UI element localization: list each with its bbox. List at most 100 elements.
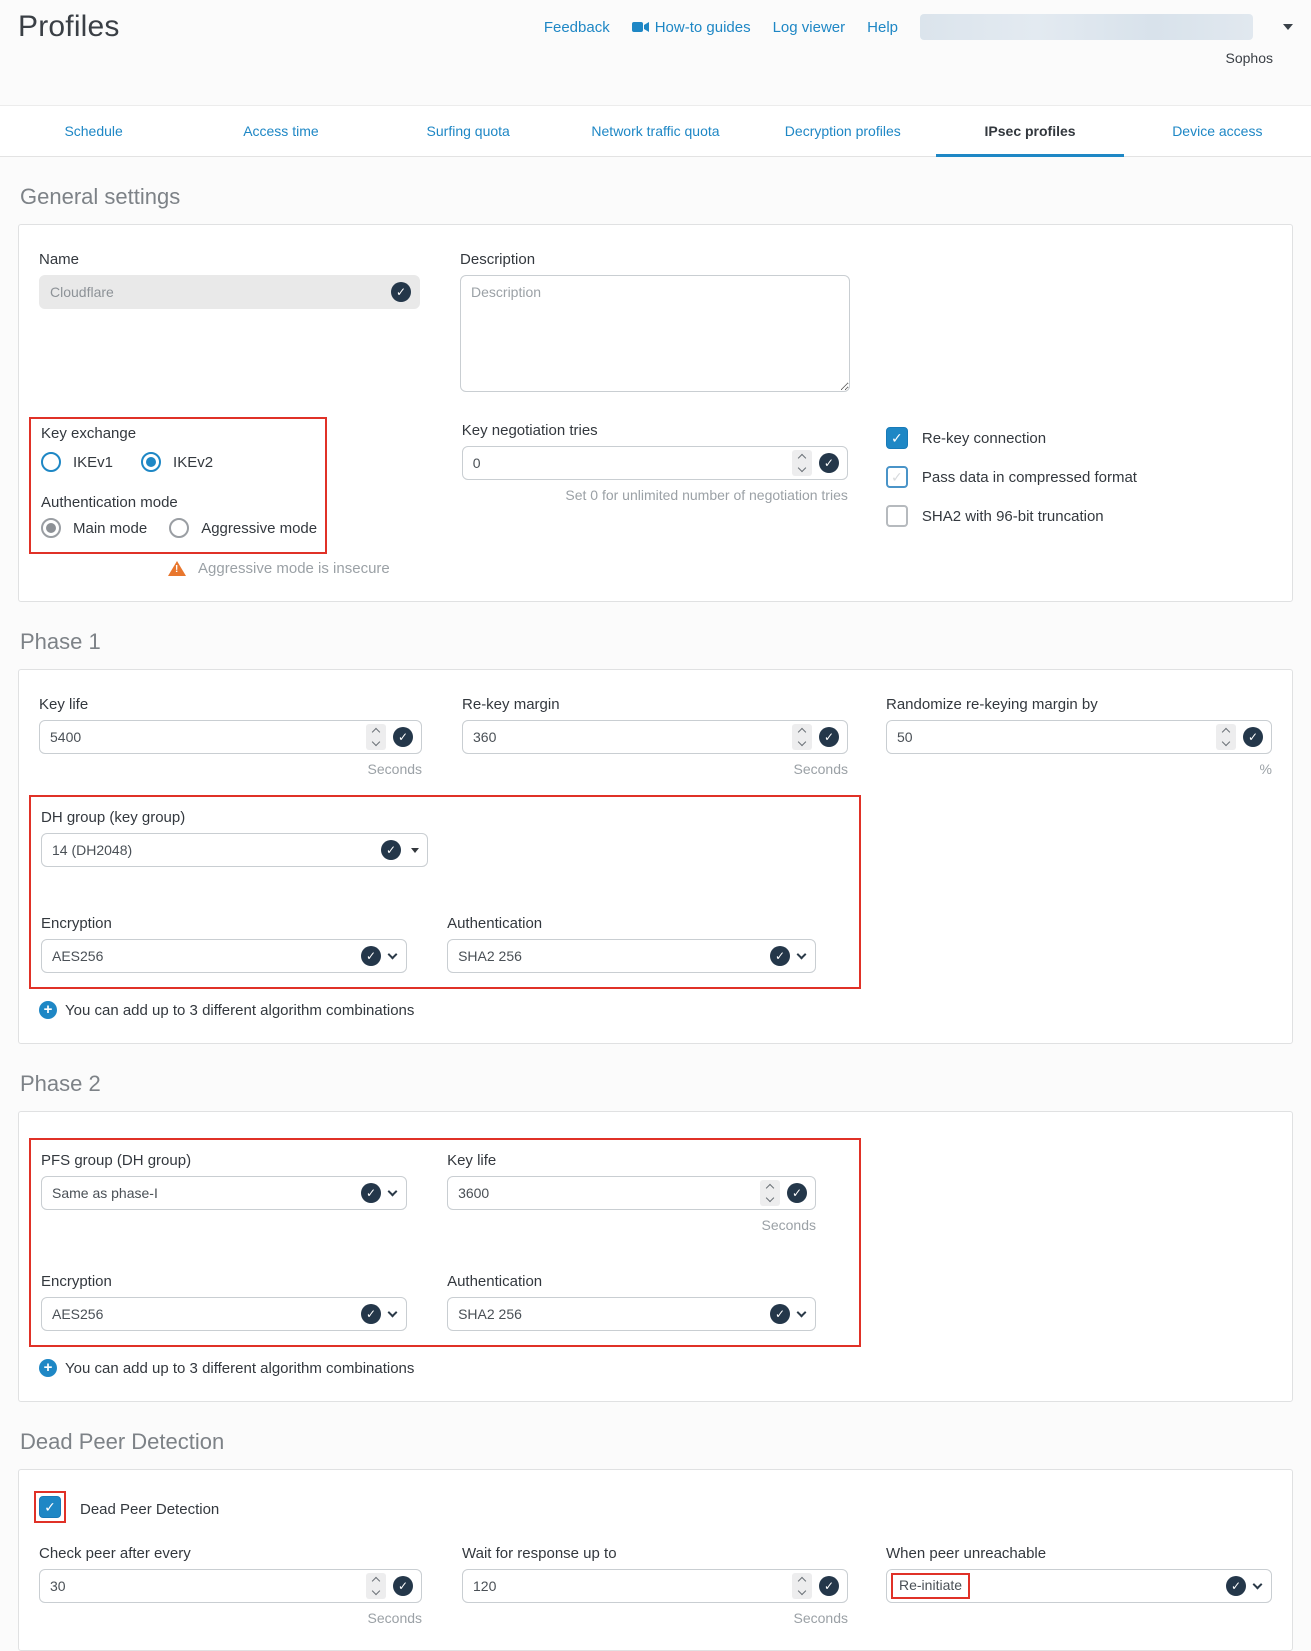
pass-compressed-checkbox[interactable]: ✓ <box>886 466 908 488</box>
rekey-margin-field[interactable]: ✓ <box>462 720 848 754</box>
tab-surfing-quota[interactable]: Surfing quota <box>375 106 562 156</box>
wait-response-unit: Seconds <box>462 1610 848 1626</box>
dh-group-select[interactable]: 14 (DH2048) ✓ <box>41 833 428 867</box>
phase1-key-life-input[interactable] <box>50 729 366 745</box>
valid-check-icon: ✓ <box>770 1304 790 1324</box>
tab-device-access[interactable]: Device access <box>1124 106 1311 156</box>
phase1-encryption-select[interactable]: AES256 ✓ <box>41 939 407 973</box>
pfs-group-value: Same as phase-I <box>52 1185 361 1201</box>
phase2-key-life-field[interactable]: ✓ <box>447 1176 816 1210</box>
phase2-combo-note-text: You can add up to 3 different algorithm … <box>65 1360 414 1377</box>
phase2-key-life-unit: Seconds <box>447 1217 816 1233</box>
tab-bar: Schedule Access time Surfing quota Netwo… <box>0 105 1311 157</box>
main-content: General settings Name ✓ Description Key … <box>0 184 1311 1651</box>
chevron-down-icon <box>797 950 807 960</box>
number-stepper[interactable] <box>1216 724 1236 750</box>
account-dropdown[interactable] <box>920 14 1253 40</box>
general-settings-heading: General settings <box>20 184 1293 210</box>
phase2-heading: Phase 2 <box>20 1071 1293 1097</box>
page-header: Profiles Feedback How-to guides Log view… <box>0 0 1311 105</box>
phase2-authentication-label: Authentication <box>447 1273 816 1290</box>
name-label: Name <box>39 251 420 268</box>
dropdown-caret-icon <box>411 848 419 853</box>
tab-schedule[interactable]: Schedule <box>0 106 187 156</box>
add-icon[interactable]: + <box>39 1359 57 1377</box>
tab-network-traffic-quota[interactable]: Network traffic quota <box>562 106 749 156</box>
valid-check-icon: ✓ <box>770 946 790 966</box>
description-textarea[interactable] <box>460 275 850 392</box>
dpd-checkbox[interactable]: ✓ <box>39 1496 61 1518</box>
tab-ipsec-profiles[interactable]: IPsec profiles <box>936 106 1123 156</box>
sha2-truncation-checkbox[interactable]: ✓ <box>886 505 908 527</box>
video-camera-icon <box>632 21 649 33</box>
key-negotiation-label: Key negotiation tries <box>462 422 848 439</box>
valid-check-icon: ✓ <box>393 727 413 747</box>
dpd-heading: Dead Peer Detection <box>20 1429 1293 1455</box>
randomize-margin-input[interactable] <box>897 729 1216 745</box>
randomize-margin-unit: % <box>886 761 1272 777</box>
log-viewer-link[interactable]: Log viewer <box>773 19 846 36</box>
wait-response-input[interactable] <box>473 1578 792 1594</box>
phase2-key-life-label: Key life <box>447 1152 816 1169</box>
pfs-group-select[interactable]: Same as phase-I ✓ <box>41 1176 407 1210</box>
ikev2-label: IKEv2 <box>173 454 213 471</box>
phase1-card: Key life ✓ Seconds Re-key margin ✓ Secon… <box>18 669 1293 1044</box>
phase1-authentication-select[interactable]: SHA2 256 ✓ <box>447 939 816 973</box>
add-icon[interactable]: + <box>39 1001 57 1019</box>
phase2-algorithms-annotation-frame: PFS group (DH group) Same as phase-I ✓ K… <box>29 1138 861 1347</box>
when-unreachable-select[interactable]: Re-initiate ✓ <box>886 1569 1272 1603</box>
phase2-authentication-value: SHA2 256 <box>458 1306 770 1322</box>
chevron-down-icon <box>388 950 398 960</box>
dpd-card: ✓ Dead Peer Detection Check peer after e… <box>18 1469 1293 1651</box>
main-mode-radio <box>41 518 61 538</box>
tab-decryption-profiles[interactable]: Decryption profiles <box>749 106 936 156</box>
description-label: Description <box>460 251 850 268</box>
key-negotiation-input[interactable] <box>473 455 792 471</box>
rekey-connection-label: Re-key connection <box>922 430 1046 447</box>
rekey-margin-unit: Seconds <box>462 761 848 777</box>
number-stepper[interactable] <box>366 724 386 750</box>
howto-guides-link[interactable]: How-to guides <box>632 19 751 36</box>
aggressive-mode-warning: Aggressive mode is insecure <box>168 560 462 577</box>
phase2-key-life-input[interactable] <box>458 1185 760 1201</box>
phase1-combo-note: + You can add up to 3 different algorith… <box>39 1001 1272 1019</box>
number-stepper[interactable] <box>792 450 812 476</box>
phase2-encryption-select[interactable]: AES256 ✓ <box>41 1297 407 1331</box>
check-peer-input[interactable] <box>50 1578 366 1594</box>
pfs-group-label: PFS group (DH group) <box>41 1152 407 1169</box>
number-stepper[interactable] <box>792 724 812 750</box>
phase1-key-life-field[interactable]: ✓ <box>39 720 422 754</box>
valid-check-icon: ✓ <box>819 1576 839 1596</box>
feedback-link[interactable]: Feedback <box>544 19 610 36</box>
chevron-down-icon[interactable] <box>1283 24 1293 30</box>
valid-check-icon: ✓ <box>361 1304 381 1324</box>
wait-response-field[interactable]: ✓ <box>462 1569 848 1603</box>
phase2-encryption-label: Encryption <box>41 1273 407 1290</box>
valid-check-icon: ✓ <box>787 1183 807 1203</box>
phase2-encryption-value: AES256 <box>52 1306 361 1322</box>
ikev1-radio[interactable] <box>41 452 61 472</box>
phase1-encryption-value: AES256 <box>52 948 361 964</box>
help-link[interactable]: Help <box>867 19 898 36</box>
rekey-margin-input[interactable] <box>473 729 792 745</box>
phase2-authentication-select[interactable]: SHA2 256 ✓ <box>447 1297 816 1331</box>
rekey-connection-checkbox[interactable]: ✓ <box>886 427 908 449</box>
name-field: ✓ <box>39 275 420 309</box>
number-stepper[interactable] <box>792 1573 812 1599</box>
check-peer-label: Check peer after every <box>39 1545 422 1562</box>
phase1-authentication-label: Authentication <box>447 915 816 932</box>
randomize-margin-field[interactable]: ✓ <box>886 720 1272 754</box>
chevron-down-icon <box>1253 1580 1263 1590</box>
valid-check-icon: ✓ <box>1243 727 1263 747</box>
check-peer-field[interactable]: ✓ <box>39 1569 422 1603</box>
number-stepper[interactable] <box>760 1180 780 1206</box>
ikev2-radio[interactable] <box>141 452 161 472</box>
header-links: Feedback How-to guides Log viewer Help <box>544 14 1293 40</box>
valid-check-icon: ✓ <box>381 840 401 860</box>
chevron-down-icon <box>388 1308 398 1318</box>
tab-access-time[interactable]: Access time <box>187 106 374 156</box>
brand-label: Sophos <box>1226 50 1273 66</box>
number-stepper[interactable] <box>366 1573 386 1599</box>
key-negotiation-field[interactable]: ✓ <box>462 446 848 480</box>
warning-triangle-icon <box>168 561 186 576</box>
